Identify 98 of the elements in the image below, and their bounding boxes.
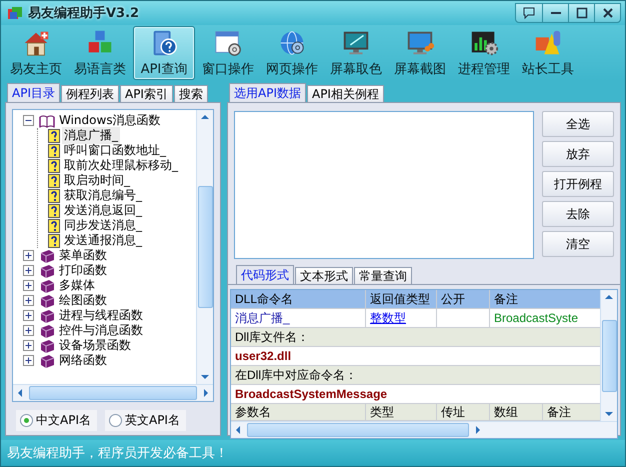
column-header: 备注 xyxy=(494,290,518,308)
book-icon xyxy=(39,338,55,352)
tree-item[interactable]: 菜单函数 xyxy=(57,247,109,264)
tree-item[interactable]: 获取消息编号_ xyxy=(62,187,144,204)
tree-item[interactable]: 控件与消息函数 xyxy=(57,322,145,339)
tree-item[interactable]: 发送通报消息_ xyxy=(62,232,144,249)
toolbar-button[interactable]: 站长工具 xyxy=(517,26,579,80)
expand-icon[interactable] xyxy=(23,250,34,261)
horizontal-scrollbar[interactable] xyxy=(231,421,617,438)
tab[interactable]: API相关例程 xyxy=(306,85,384,102)
remark-text: BroadcastSyste xyxy=(494,311,578,325)
column-header: 公开 xyxy=(441,290,465,308)
column-header: 备注 xyxy=(547,404,571,420)
book-icon xyxy=(39,278,55,292)
toolbar-button[interactable]: 进程管理 xyxy=(453,26,515,80)
action-button[interactable]: 全选 xyxy=(542,111,614,137)
radio-button[interactable] xyxy=(108,414,122,427)
tab[interactable]: 文本形式 xyxy=(295,267,353,284)
help-page-icon xyxy=(48,128,60,142)
horizontal-scrollbar[interactable] xyxy=(13,384,213,401)
expand-icon[interactable] xyxy=(23,295,34,306)
tree-item[interactable]: 消息广播_ xyxy=(62,127,120,144)
column-header: 参数名 xyxy=(235,404,271,420)
return-type-link[interactable]: 整数型 xyxy=(370,310,406,326)
tree-item[interactable]: 多媒体 xyxy=(57,277,97,294)
toolbar-button[interactable]: 窗口操作 xyxy=(197,26,259,80)
help-page-icon xyxy=(48,234,60,248)
minimize-icon xyxy=(550,12,560,14)
field-value: user32.dll xyxy=(235,349,292,363)
book-icon xyxy=(39,354,55,368)
tab[interactable]: 搜索 xyxy=(174,85,208,102)
radio-option[interactable]: 中文API名 xyxy=(16,410,97,431)
tree-item[interactable]: 设备场景函数 xyxy=(57,337,133,354)
book-icon xyxy=(39,324,55,338)
expand-icon[interactable] xyxy=(23,265,34,276)
help-page-icon xyxy=(48,218,60,232)
column-header: 类型 xyxy=(370,404,394,420)
tab[interactable]: 选用API数据 xyxy=(229,83,306,102)
status-text: 易友编程助手，程序员开发必备工具！ xyxy=(7,445,228,462)
toolbar-button[interactable]: 易语言类 xyxy=(69,26,131,80)
tab[interactable]: API索引 xyxy=(120,85,173,102)
expand-icon[interactable] xyxy=(23,355,34,366)
toolbar-button[interactable]: API查询 xyxy=(133,26,195,80)
action-button[interactable]: 打开例程 xyxy=(542,171,614,197)
toolbar-button[interactable]: 屏幕截图 xyxy=(389,26,451,80)
field-label: Dll库文件名： xyxy=(235,328,309,346)
maximize-icon xyxy=(574,6,588,20)
column-header: DLL命令名 xyxy=(235,290,294,308)
book-icon xyxy=(39,308,55,322)
book-icon xyxy=(39,248,55,262)
radio-option[interactable]: 英文API名 xyxy=(104,410,186,431)
tree-item[interactable]: 发送消息返回_ xyxy=(62,202,144,219)
tree-item[interactable]: 同步发送消息_ xyxy=(62,217,144,234)
tab[interactable]: 例程列表 xyxy=(60,85,119,102)
action-button[interactable]: 去除 xyxy=(542,201,614,227)
vertical-scrollbar[interactable] xyxy=(196,110,213,384)
book-icon xyxy=(39,294,55,308)
tree-item[interactable]: 打印函数 xyxy=(57,262,109,279)
close-icon xyxy=(600,6,614,20)
column-header: 传址 xyxy=(441,404,465,420)
tree-item[interactable]: 进程与线程函数 xyxy=(57,307,145,324)
tree-item[interactable]: 绘图函数 xyxy=(57,292,109,309)
expand-icon[interactable] xyxy=(23,340,34,351)
action-button[interactable]: 放弃 xyxy=(542,141,614,167)
help-page-icon xyxy=(48,174,60,188)
toolbar-button[interactable]: 易友主页 xyxy=(5,26,67,80)
help-page-icon xyxy=(48,144,60,158)
expand-icon[interactable] xyxy=(23,310,34,321)
expand-icon[interactable] xyxy=(23,280,34,291)
toolbar-button[interactable]: 屏幕取色 xyxy=(325,26,387,80)
toolbar-button[interactable]: 网页操作 xyxy=(261,26,323,80)
open-book-icon xyxy=(39,114,55,128)
speech-bubble-icon xyxy=(522,6,536,20)
tab[interactable]: 常量查询 xyxy=(354,267,412,284)
tree-item[interactable]: 取启动时间_ xyxy=(62,172,132,189)
column-header: 数组 xyxy=(494,404,518,420)
tree-item[interactable]: 取前次处理鼠标移动_ xyxy=(62,157,180,174)
radio-button[interactable] xyxy=(20,414,33,427)
collapse-icon[interactable] xyxy=(23,115,34,126)
tab[interactable]: 代码形式 xyxy=(236,265,294,284)
expand-icon[interactable] xyxy=(23,325,34,336)
tree-item[interactable]: Windows消息函数 xyxy=(57,112,163,129)
help-page-icon xyxy=(48,188,60,202)
help-page-icon xyxy=(48,158,60,172)
tree-item[interactable]: 网络函数 xyxy=(57,352,109,369)
help-page-icon xyxy=(48,204,60,218)
field-value: BroadcastSystemMessage xyxy=(235,387,388,401)
tree-item[interactable]: 呼叫窗口函数地址_ xyxy=(62,142,168,159)
vertical-scrollbar[interactable] xyxy=(600,290,617,421)
selected-api-list[interactable] xyxy=(234,111,534,259)
action-button[interactable]: 清空 xyxy=(542,231,614,257)
api-name: 消息广播_ xyxy=(235,310,290,326)
field-label: 在Dll库中对应命令名： xyxy=(235,366,357,384)
app-logo-icon xyxy=(7,5,23,21)
window-title: 易友编程助手V3.2 xyxy=(28,4,140,22)
book-icon xyxy=(39,264,55,278)
tab[interactable]: API目录 xyxy=(7,83,60,102)
column-header: 返回值类型 xyxy=(370,290,430,308)
